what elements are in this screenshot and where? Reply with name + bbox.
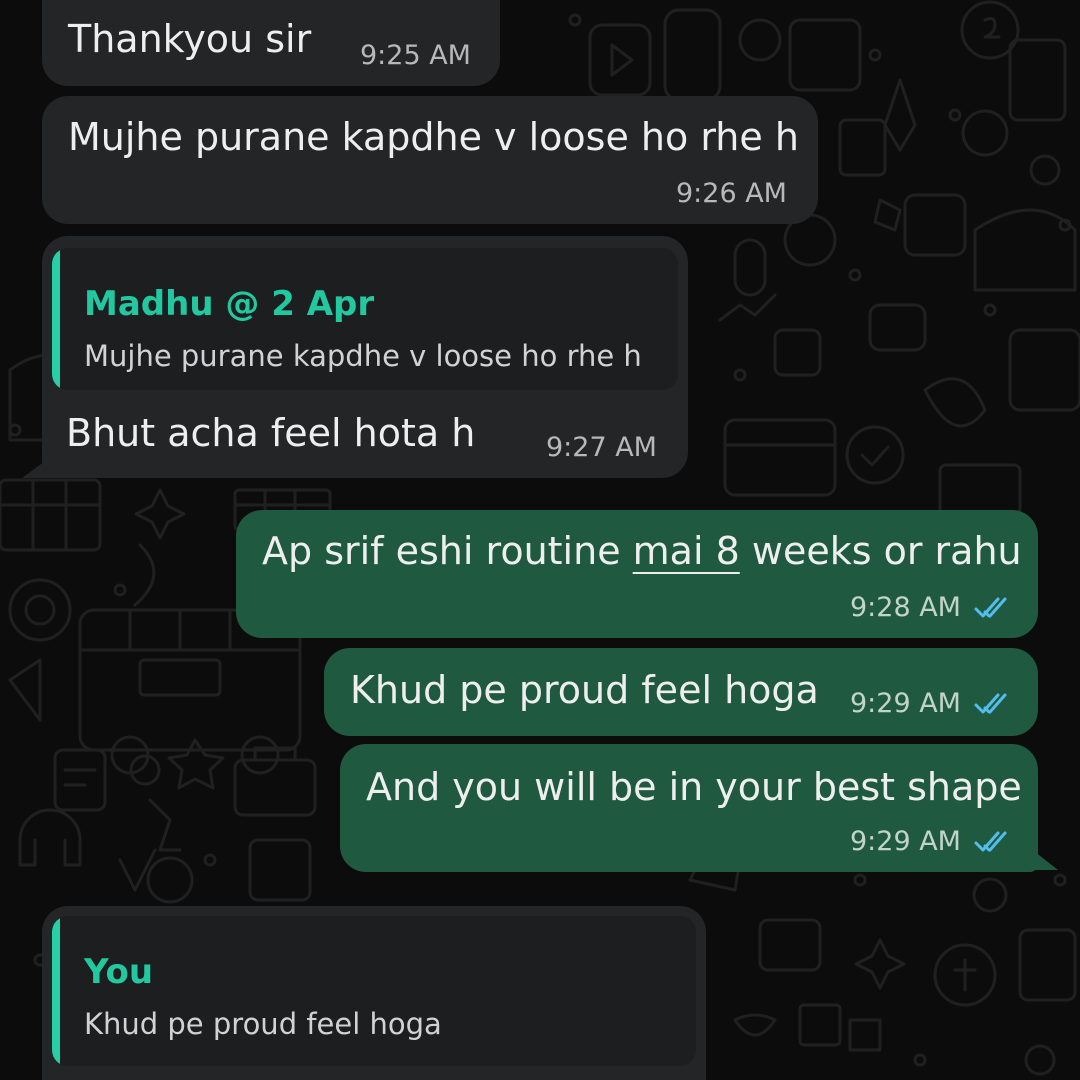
message-text-part: weeks or rahu — [739, 529, 1022, 573]
message-text: Bhut acha feel hota h — [66, 411, 476, 455]
quote-accent-bar — [52, 916, 60, 1066]
message-text: Khud pe proud feel hoga — [350, 668, 819, 712]
incoming-reply-bubble[interactable]: You Khud pe proud feel hoga — [42, 906, 706, 1080]
bubble-tail — [22, 456, 52, 478]
message-timestamp: 9:25 AM — [360, 40, 471, 71]
quoted-message[interactable]: You Khud pe proud feel hoga — [52, 916, 696, 1066]
message-link[interactable]: mai 8 — [633, 529, 740, 573]
message-text: Mujhe purane kapdhe v loose ho rhe h — [68, 115, 799, 159]
double-check-icon — [974, 597, 1007, 618]
incoming-reply-bubble[interactable]: Madhu @ 2 Apr Mujhe purane kapdhe v loos… — [42, 236, 688, 478]
quote-text: Mujhe purane kapdhe v loose ho rhe h — [84, 339, 642, 373]
incoming-message-bubble[interactable]: Thankyou sir 9:25 AM — [42, 0, 500, 86]
quote-text: Khud pe proud feel hoga — [84, 1007, 442, 1041]
outgoing-message-bubble[interactable]: Khud pe proud feel hoga 9:29 AM — [324, 648, 1038, 736]
message-text-part: Ap srif eshi routine — [262, 529, 633, 573]
message-timestamp: 9:29 AM — [850, 826, 961, 857]
quote-author: You — [84, 952, 154, 992]
quote-author: Madhu @ 2 Apr — [84, 284, 375, 324]
message-text: Thankyou sir — [68, 17, 312, 61]
message-text: Ap srif eshi routine mai 8 weeks or rahu — [262, 528, 1022, 574]
outgoing-message-bubble[interactable]: And you will be in your best shape 9:29 … — [340, 744, 1038, 872]
message-timestamp: 9:28 AM — [850, 592, 961, 623]
chat-view: Thankyou sir 9:25 AM Mujhe purane kapdhe… — [0, 0, 1080, 1080]
quoted-message[interactable]: Madhu @ 2 Apr Mujhe purane kapdhe v loos… — [52, 248, 678, 390]
quote-accent-bar — [52, 248, 60, 390]
message-timestamp: 9:27 AM — [546, 432, 657, 463]
outgoing-message-bubble[interactable]: Ap srif eshi routine mai 8 weeks or rahu… — [236, 510, 1038, 638]
incoming-message-bubble[interactable]: Mujhe purane kapdhe v loose ho rhe h 9:2… — [42, 96, 818, 224]
bubble-tail — [1030, 848, 1058, 870]
double-check-icon — [974, 693, 1007, 714]
message-timestamp: 9:29 AM — [850, 688, 961, 719]
message-timestamp: 9:26 AM — [676, 178, 787, 209]
message-text: And you will be in your best shape — [366, 765, 1022, 809]
double-check-icon — [974, 831, 1007, 852]
